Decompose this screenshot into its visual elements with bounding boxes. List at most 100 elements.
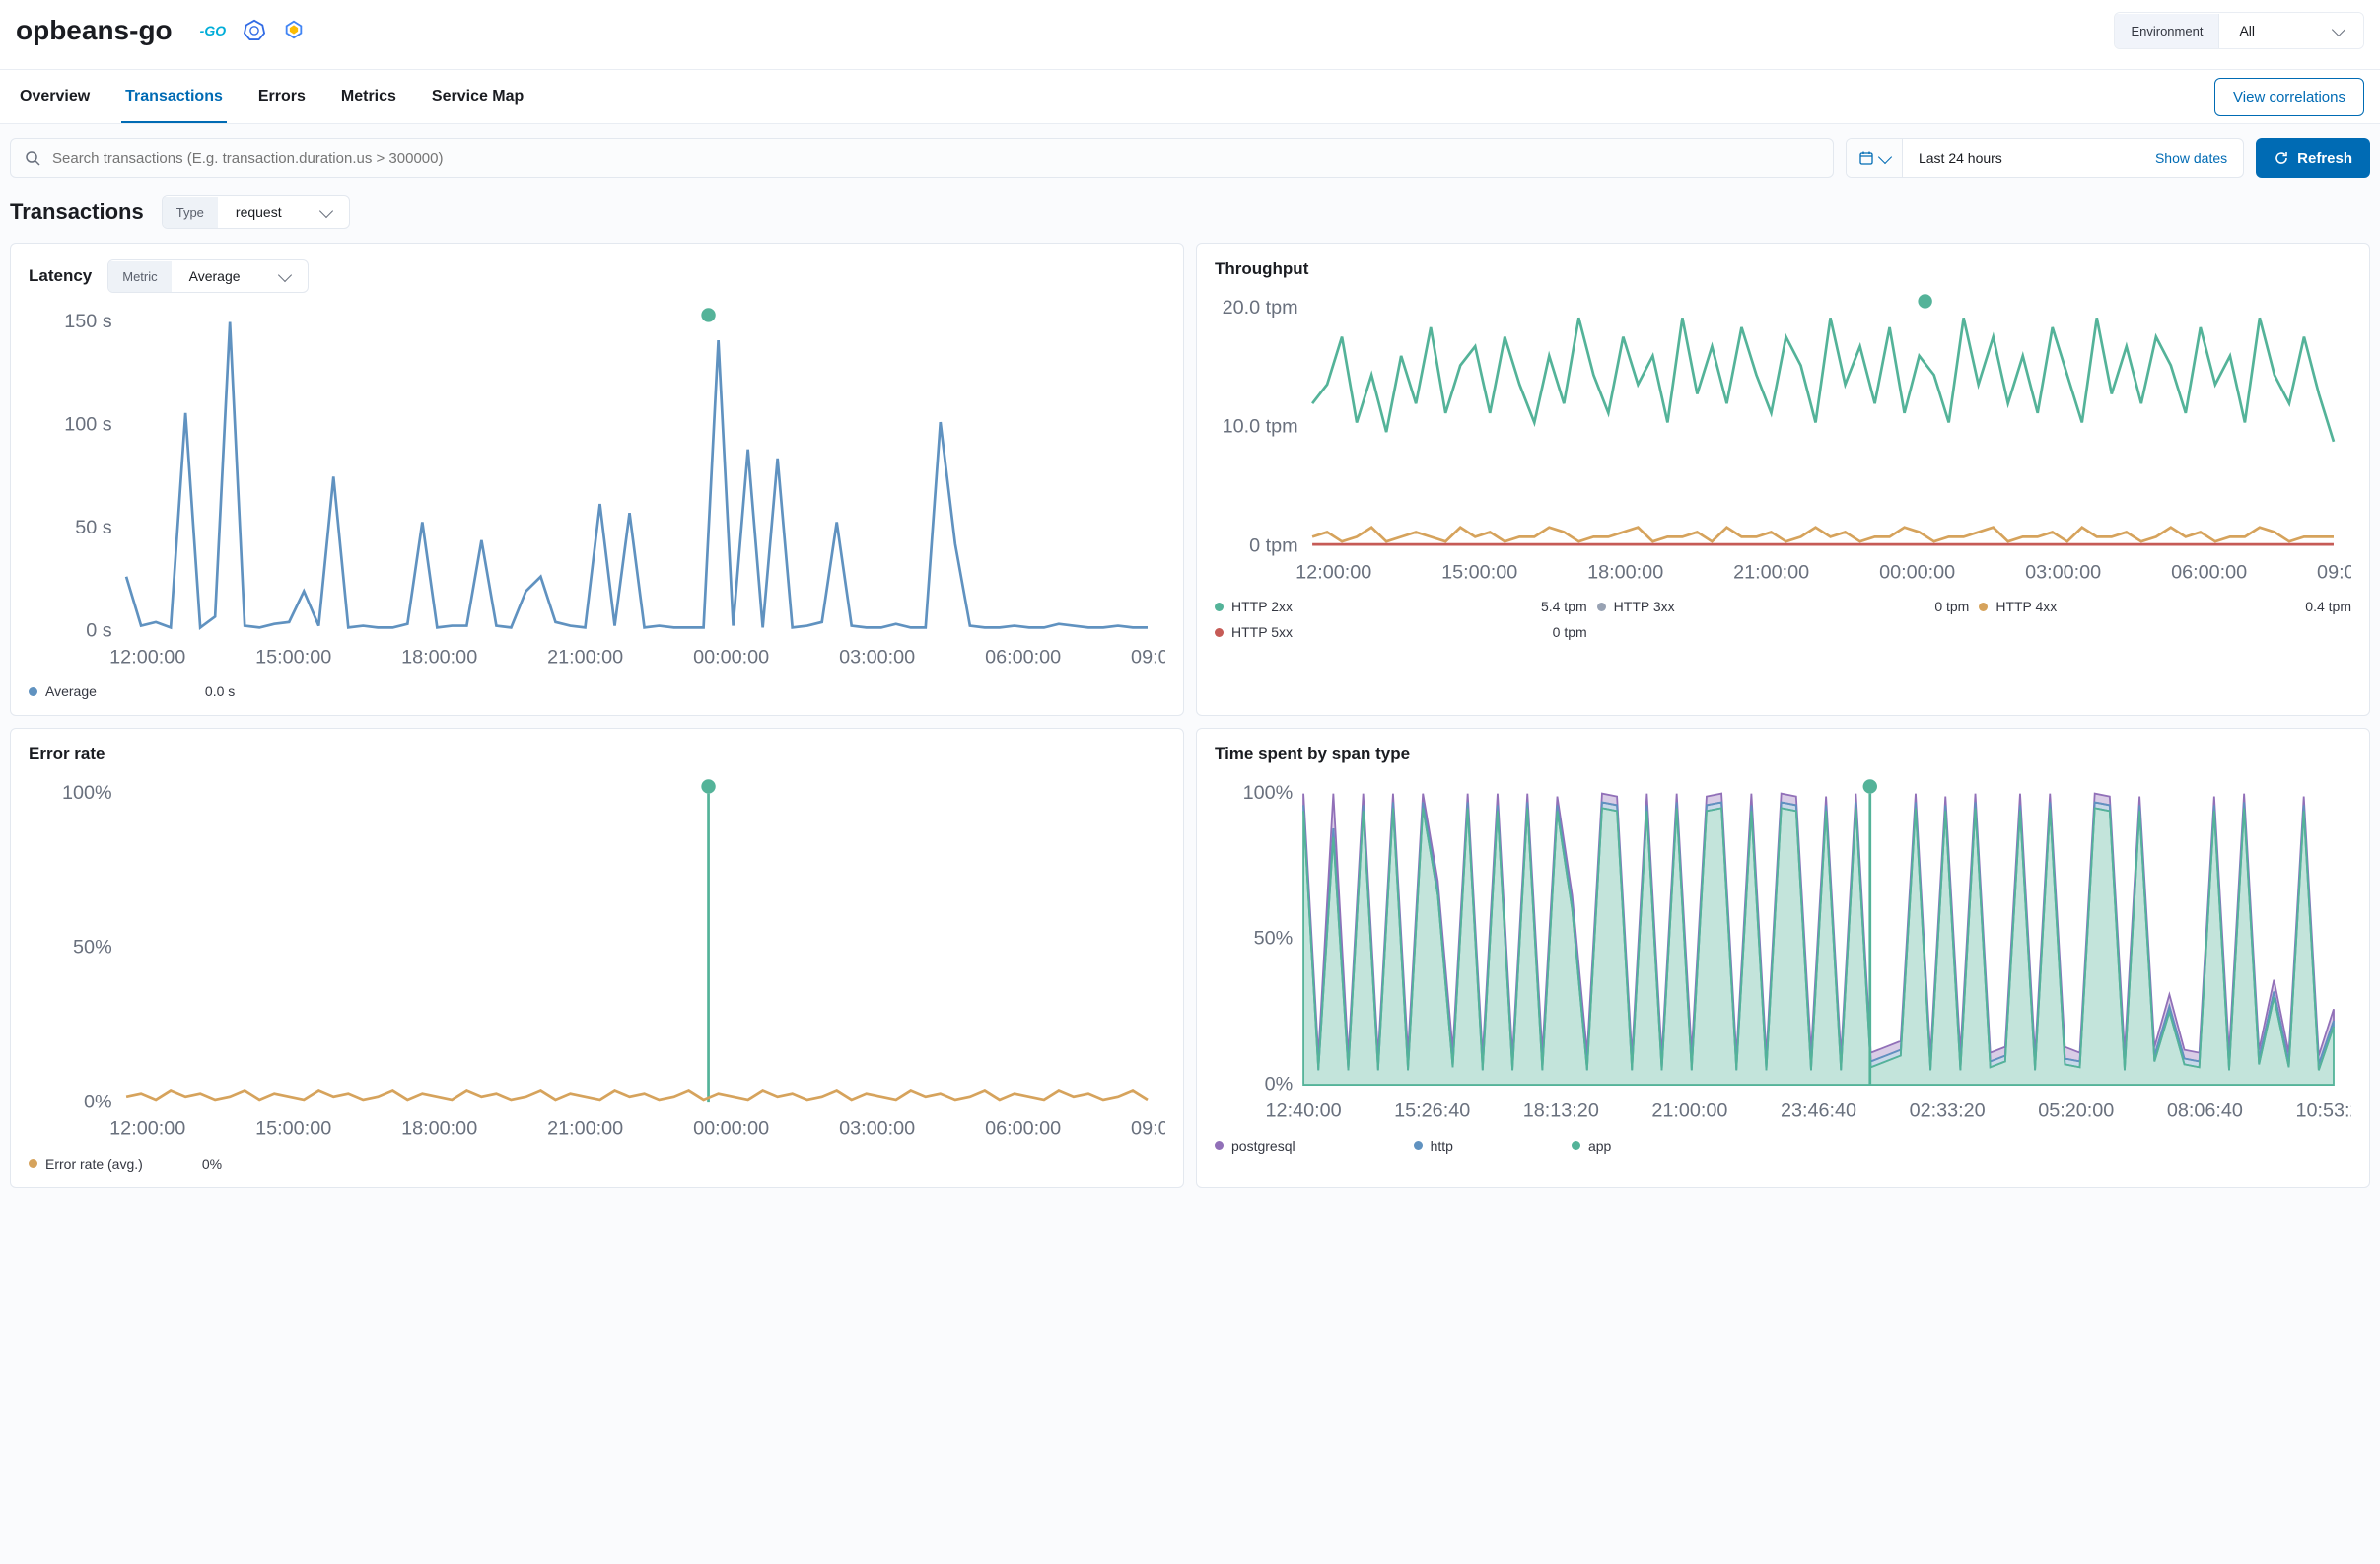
environment-label: Environment [2115,14,2219,48]
svg-text:10.0 tpm: 10.0 tpm [1223,416,1298,438]
throughput-legend: HTTP 2xx 5.4 tpm HTTP 3xx 0 tpm HTTP 4xx… [1215,599,2351,640]
legend-dot-icon [1215,628,1224,637]
chevron-down-icon [319,203,333,217]
svg-text:10:53:20: 10:53:20 [2295,1101,2351,1122]
environment-value[interactable]: All [2219,13,2363,48]
filter-bar: Last 24 hours Show dates Refresh [0,124,2380,191]
tab-service-map[interactable]: Service Map [428,70,527,123]
chevron-down-icon [277,267,291,281]
svg-text:50%: 50% [73,937,112,959]
svg-text:00:00:00: 00:00:00 [1879,561,1955,583]
legend-dot-icon [1215,603,1224,611]
svg-text:03:00:00: 03:00:00 [839,647,915,669]
svg-text:08:06:40: 08:06:40 [2167,1101,2243,1122]
search-box[interactable] [10,138,1834,178]
tab-overview[interactable]: Overview [16,70,94,123]
svg-text:12:40:00: 12:40:00 [1266,1101,1342,1122]
svg-text:00:00:00: 00:00:00 [693,1118,769,1140]
legend-dot-icon [1572,1141,1580,1150]
header-left: opbeans-go -GO [16,15,305,46]
transactions-header: Transactions Type request [0,191,2380,243]
svg-text:15:00:00: 15:00:00 [255,647,331,669]
svg-text:100%: 100% [62,782,112,804]
refresh-button[interactable]: Refresh [2256,138,2370,178]
svg-text:18:00:00: 18:00:00 [401,647,477,669]
tab-errors[interactable]: Errors [254,70,310,123]
svg-text:02:33:20: 02:33:20 [1910,1101,1986,1122]
cloud-icon [283,19,305,43]
svg-text:15:00:00: 15:00:00 [1441,561,1517,583]
environment-select[interactable]: Environment All [2114,12,2364,49]
view-correlations-button[interactable]: View correlations [2214,78,2364,116]
tabs: Overview Transactions Errors Metrics Ser… [16,70,527,123]
svg-text:50 s: 50 s [75,517,112,538]
svg-text:15:26:40: 15:26:40 [1394,1101,1470,1122]
chevron-down-icon [1878,149,1892,163]
legend-dot-icon [1597,603,1606,611]
legend-dot-icon [29,687,37,696]
type-select[interactable]: Type request [162,195,350,229]
tab-transactions[interactable]: Transactions [121,70,227,123]
svg-text:06:00:00: 06:00:00 [2171,561,2247,583]
span-type-card: Time spent by span type 0%50%100%12:40:0… [1196,728,2370,1187]
span-type-legend: postgresql http app [1215,1138,2351,1154]
svg-text:12:00:00: 12:00:00 [1295,561,1371,583]
svg-text:23:46:40: 23:46:40 [1781,1101,1856,1122]
throughput-card: Throughput 0 tpm10.0 tpm20.0 tpm12:00:00… [1196,243,2370,716]
svg-text:03:00:00: 03:00:00 [839,1118,915,1140]
legend-dot-icon [1215,1141,1224,1150]
legend-dot-icon [1414,1141,1423,1150]
svg-text:03:00:00: 03:00:00 [2025,561,2101,583]
svg-text:100 s: 100 s [64,414,112,436]
agent-icons: -GO [200,19,305,43]
chart-grid: Latency Metric Average 0 s 50 s 100 s 150 s… [0,243,2380,1200]
svg-text:00:00:00: 00:00:00 [693,647,769,669]
span-type-title: Time spent by span type [1215,745,1410,764]
show-dates-link[interactable]: Show dates [2139,139,2243,177]
throughput-chart[interactable]: 0 tpm10.0 tpm20.0 tpm12:00:0015:00:0018:… [1215,287,2351,589]
svg-text:09:00:00: 09:00:00 [2317,561,2351,583]
svg-text:21:00:00: 21:00:00 [1733,561,1809,583]
svg-text:0%: 0% [1265,1074,1294,1096]
svg-text:09:00:00: 09:00:00 [1131,647,1165,669]
date-range-group: Last 24 hours Show dates [1846,138,2244,178]
svg-text:21:00:00: 21:00:00 [1651,1101,1727,1122]
svg-text:12:00:00: 12:00:00 [109,647,185,669]
go-icon: -GO [200,23,226,38]
kubernetes-icon [244,19,265,43]
latency-card: Latency Metric Average 0 s 50 s 100 s 150 s… [10,243,1184,716]
error-rate-card: Error rate 0% 50% 100% 12:00:00 15:00:00 18:0… [10,728,1184,1187]
svg-text:0 tpm: 0 tpm [1249,534,1298,556]
svg-text:0%: 0% [84,1092,112,1113]
throughput-title: Throughput [1215,259,1308,279]
svg-text:100%: 100% [1243,782,1294,804]
page-header: opbeans-go -GO Environment All [0,0,2380,70]
svg-text:18:00:00: 18:00:00 [1587,561,1663,583]
search-icon [25,150,40,166]
latency-metric-select[interactable]: Metric Average [107,259,308,293]
svg-text:06:00:00: 06:00:00 [985,647,1061,669]
span-type-chart[interactable]: 0%50%100%12:40:0015:26:4018:13:2021:00:0… [1215,772,2351,1127]
svg-text:15:00:00: 15:00:00 [255,1118,331,1140]
refresh-icon [2274,150,2289,166]
search-input[interactable] [52,150,1819,167]
svg-text:18:13:20: 18:13:20 [1523,1101,1599,1122]
svg-text:12:00:00: 12:00:00 [109,1118,185,1140]
svg-text:18:00:00: 18:00:00 [401,1118,477,1140]
section-title: Transactions [10,199,144,225]
chevron-down-icon [2332,22,2345,36]
svg-text:150 s: 150 s [64,311,112,332]
error-rate-title: Error rate [29,745,105,764]
date-range-text[interactable]: Last 24 hours [1903,139,2139,177]
svg-text:0 s: 0 s [86,619,112,641]
latency-chart[interactable]: 0 s 50 s 100 s 150 s 12:00:00 15:00:00 18:00:0… [29,301,1165,674]
svg-text:21:00:00: 21:00:00 [547,647,623,669]
type-label: Type [163,197,218,228]
svg-text:09:00:00: 09:00:00 [1131,1118,1165,1140]
latency-title: Latency [29,266,92,286]
type-value[interactable]: request [218,196,349,228]
error-rate-chart[interactable]: 0%50%100%12:00:0015:00:0018:00:0021:00:0… [29,772,1165,1145]
tab-metrics[interactable]: Metrics [337,70,400,123]
date-picker-button[interactable] [1847,139,1903,177]
legend-dot-icon [29,1159,37,1168]
